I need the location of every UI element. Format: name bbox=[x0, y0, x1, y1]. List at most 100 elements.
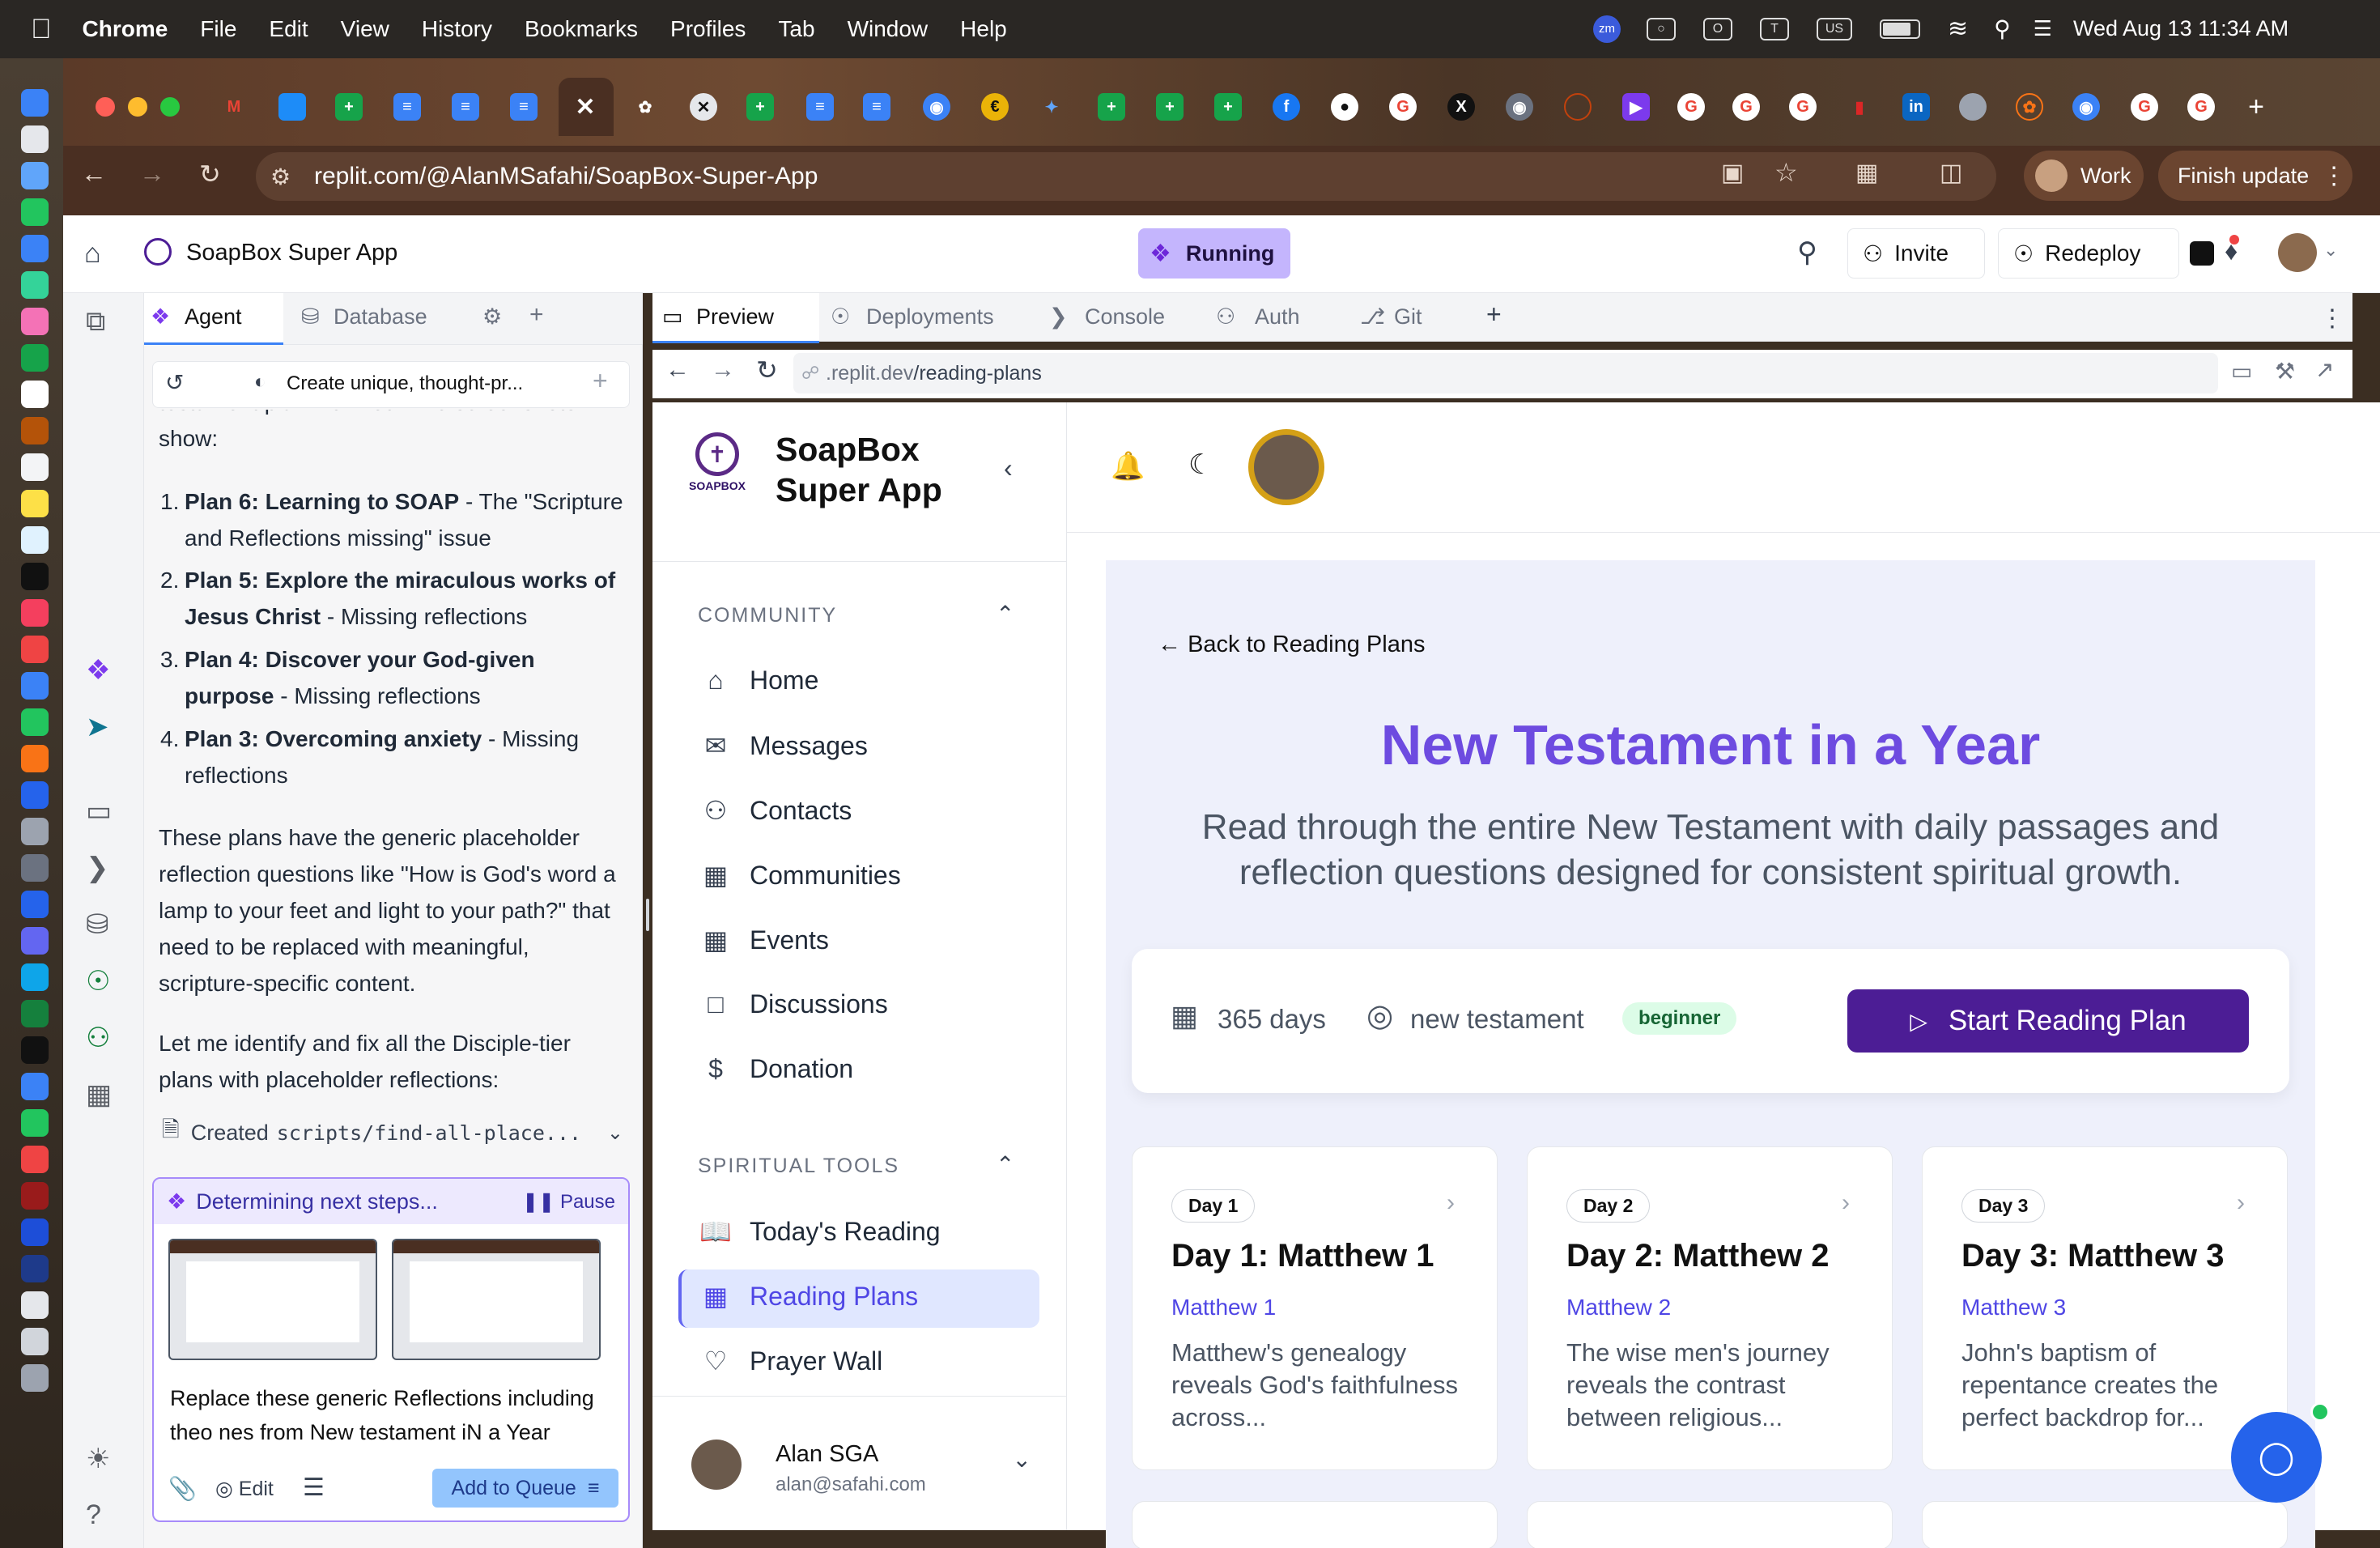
agent-icon[interactable]: ❖ bbox=[86, 654, 110, 687]
word-icon[interactable] bbox=[21, 891, 49, 918]
pane-resize-handle[interactable] bbox=[646, 899, 649, 931]
tab-preview[interactable]: Preview bbox=[696, 304, 774, 330]
tab-icon[interactable] bbox=[278, 93, 306, 121]
nav-contacts[interactable]: ⚇ Contacts bbox=[698, 795, 852, 826]
settings-icon[interactable] bbox=[21, 818, 49, 845]
scripture-ref[interactable]: Matthew 2 bbox=[1566, 1295, 1671, 1320]
close-window-button[interactable] bbox=[96, 97, 115, 117]
github-tab-icon[interactable]: ● bbox=[1331, 93, 1358, 121]
menu-profiles[interactable]: Profiles bbox=[670, 16, 746, 42]
sheets-tab-icon[interactable]: + bbox=[746, 93, 774, 121]
add-tab-button[interactable]: + bbox=[529, 301, 544, 329]
menu-app-name[interactable]: Chrome bbox=[83, 16, 168, 42]
menu-file[interactable]: File bbox=[200, 16, 236, 42]
tab-auth[interactable]: Auth bbox=[1255, 304, 1300, 330]
notes-icon[interactable] bbox=[21, 490, 49, 517]
nav-discussions[interactable]: □ Discussions bbox=[698, 989, 887, 1019]
screenshot-thumbnail[interactable] bbox=[392, 1239, 601, 1360]
google-tab-icon[interactable]: G bbox=[1789, 93, 1817, 121]
tab-icon[interactable]: ◉ bbox=[2072, 93, 2100, 121]
nav-todays-reading[interactable]: 📖 Today's Reading bbox=[698, 1216, 941, 1247]
downloads-icon[interactable] bbox=[21, 1328, 49, 1355]
spotlight-icon[interactable]: ⚲ bbox=[1994, 15, 2011, 42]
history-icon[interactable]: ↺ bbox=[165, 369, 184, 396]
more-vert-icon[interactable]: ⋮ bbox=[2320, 304, 2344, 333]
project-name[interactable]: SoapBox Super App bbox=[186, 240, 397, 266]
sheets-tab-icon[interactable]: + bbox=[1098, 93, 1125, 121]
brand-logo[interactable]: ✝ SOAPBOX bbox=[682, 432, 753, 499]
docs-tab-icon[interactable]: ≡ bbox=[863, 93, 890, 121]
tab-icon[interactable] bbox=[1564, 93, 1592, 121]
bookmark-star-icon[interactable]: ☆ bbox=[1774, 157, 1798, 188]
open-new-tab-icon[interactable]: ↗ bbox=[2315, 356, 2334, 383]
notifications-icon[interactable]: 🔔 bbox=[1111, 450, 1145, 483]
nav-messages[interactable]: ✉ Messages bbox=[698, 730, 868, 761]
google-tab-icon[interactable]: G bbox=[1389, 93, 1417, 121]
tab-icon[interactable]: ◉ bbox=[1506, 93, 1533, 121]
deploy-icon[interactable]: ☉ bbox=[86, 965, 110, 997]
openai-tab-icon[interactable]: ✿ bbox=[631, 93, 659, 121]
menu-view[interactable]: View bbox=[341, 16, 389, 42]
chevron-down-icon[interactable]: ⌄ bbox=[607, 1121, 623, 1145]
nav-events[interactable]: ▦ Events bbox=[698, 925, 829, 955]
sheets-tab-icon[interactable]: + bbox=[335, 93, 363, 121]
tab-icon[interactable] bbox=[1959, 93, 1987, 121]
nav-prayer-wall[interactable]: ♡ Prayer Wall bbox=[698, 1346, 883, 1376]
help-icon[interactable]: ? bbox=[86, 1499, 101, 1531]
devtools-icon[interactable]: ⚒ bbox=[2275, 358, 2295, 385]
collapse-sidebar-icon[interactable]: ‹ bbox=[1004, 453, 1013, 483]
add-to-queue-button[interactable]: Add to Queue ≡ bbox=[432, 1469, 618, 1508]
start-reading-plan-button[interactable]: ▷ Start Reading Plan bbox=[1847, 989, 2249, 1053]
avatar[interactable] bbox=[1248, 429, 1324, 505]
tab-icon[interactable]: ✿ bbox=[2016, 93, 2043, 121]
zoom-icon[interactable] bbox=[21, 1218, 49, 1246]
file-tree-icon[interactable]: ⧉ bbox=[86, 306, 105, 338]
1password-icon[interactable] bbox=[21, 1255, 49, 1282]
tab-database[interactable]: Database bbox=[334, 304, 427, 330]
outlook-icon[interactable] bbox=[21, 963, 49, 991]
new-tab-button[interactable]: + bbox=[2242, 91, 2270, 122]
scripture-ref[interactable]: Matthew 1 bbox=[1171, 1295, 1276, 1320]
safari-icon[interactable] bbox=[21, 162, 49, 189]
redeploy-button[interactable]: ☉ Redeploy bbox=[1998, 228, 2214, 279]
chrome-icon[interactable] bbox=[21, 1146, 49, 1173]
screenshot-thumbnail[interactable] bbox=[168, 1239, 377, 1360]
tab-icon[interactable]: ▶ bbox=[1622, 93, 1650, 121]
photos-icon[interactable] bbox=[21, 308, 49, 335]
signal-icon[interactable] bbox=[21, 1073, 49, 1100]
menu-history[interactable]: History bbox=[422, 16, 492, 42]
facebook-tab-icon[interactable]: f bbox=[1273, 93, 1300, 121]
keynote-icon[interactable] bbox=[21, 672, 49, 700]
assistant-icon[interactable]: ➤ bbox=[86, 711, 109, 743]
mail-icon[interactable] bbox=[21, 235, 49, 262]
tune-icon[interactable]: ☰ bbox=[303, 1474, 325, 1502]
search-icon[interactable]: ⚲ bbox=[1797, 236, 1817, 269]
day-card[interactable]: Day 3 › Day 3: Matthew 3 Matthew 3 John'… bbox=[1922, 1146, 2288, 1470]
outlook-status-icon[interactable]: O bbox=[1703, 17, 1732, 40]
apple-icon[interactable]:  bbox=[31, 14, 52, 45]
attach-icon[interactable]: 📎 bbox=[168, 1475, 197, 1502]
chevron-down-icon[interactable]: ⌄ bbox=[2323, 240, 2338, 261]
nav-home[interactable]: ⌂ Home bbox=[698, 666, 818, 695]
tab-icon[interactable]: ◉ bbox=[923, 93, 950, 121]
gemini-tab-icon[interactable]: ✦ bbox=[1038, 93, 1065, 121]
control-center-icon[interactable]: ☰ bbox=[2034, 16, 2052, 41]
zoom-window-button[interactable] bbox=[160, 97, 180, 117]
tv-icon[interactable] bbox=[21, 563, 49, 590]
edit-button[interactable]: ◎ Edit bbox=[215, 1477, 274, 1501]
reload-icon[interactable]: ↻ bbox=[756, 355, 778, 385]
zoom-status-icon[interactable]: zm bbox=[1593, 15, 1621, 43]
numbers-icon[interactable] bbox=[21, 708, 49, 736]
docs-tab-icon[interactable]: ≡ bbox=[510, 93, 538, 121]
database-icon[interactable]: ⛁ bbox=[86, 908, 109, 941]
thread-title[interactable]: Create unique, thought-pr... bbox=[287, 372, 523, 395]
scripture-ref[interactable]: Matthew 3 bbox=[1961, 1295, 2066, 1320]
console-icon[interactable]: ❯ bbox=[86, 852, 109, 884]
day-card[interactable]: Day 1 › Day 1: Matthew 1 Matthew 1 Matth… bbox=[1132, 1146, 1498, 1470]
theme-icon[interactable]: ☀ bbox=[86, 1443, 110, 1475]
day-card[interactable] bbox=[1527, 1501, 1893, 1548]
apps-grid-icon[interactable]: ▦ bbox=[86, 1078, 112, 1111]
preview-icon[interactable] bbox=[21, 1291, 49, 1319]
pause-button[interactable]: ❚❚ Pause bbox=[522, 1190, 615, 1214]
back-icon[interactable]: ← bbox=[665, 356, 690, 384]
